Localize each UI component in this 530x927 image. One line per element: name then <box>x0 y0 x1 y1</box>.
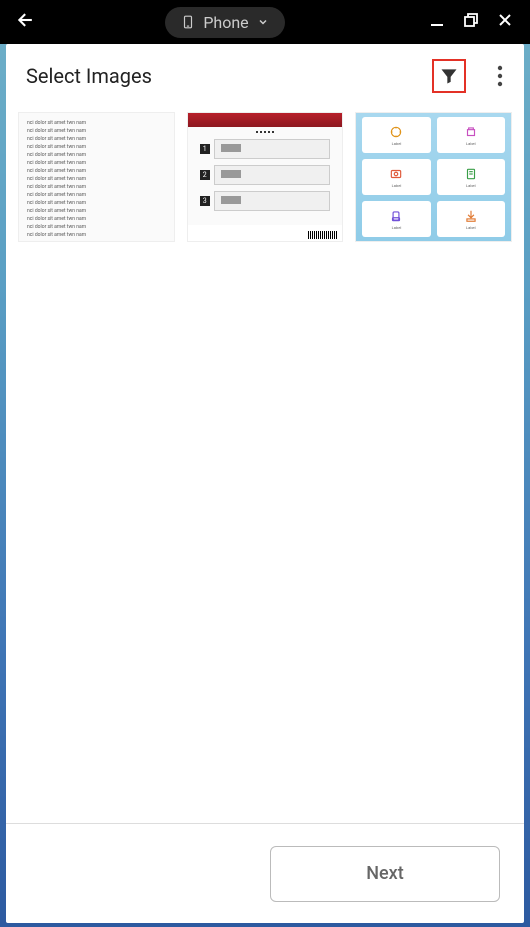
instruction-preview: 1 2 3 <box>188 113 343 241</box>
device-label: Phone <box>203 13 248 32</box>
document-preview: nci dolor sit amet twn nam nci dolor sit… <box>19 113 174 241</box>
app-window: Select Images nci dolor sit amet twn nam… <box>6 44 524 923</box>
chevron-down-icon <box>257 16 269 28</box>
filter-icon <box>439 66 459 86</box>
back-icon[interactable] <box>16 10 36 34</box>
device-select[interactable]: Phone <box>165 7 284 38</box>
appgrid-preview: Label Label Label Label Label Label <box>356 113 511 241</box>
close-icon[interactable] <box>498 13 512 31</box>
filter-button[interactable] <box>432 59 466 93</box>
app-header: Select Images <box>6 44 524 108</box>
phone-icon <box>181 13 195 31</box>
image-thumb-3[interactable]: Label Label Label Label Label Label <box>355 112 512 242</box>
image-thumb-2[interactable]: 1 2 3 <box>187 112 344 242</box>
more-button[interactable] <box>484 65 516 87</box>
window-titlebar: Phone <box>0 0 530 44</box>
image-grid: nci dolor sit amet twn nam nci dolor sit… <box>6 108 524 823</box>
image-thumb-1[interactable]: nci dolor sit amet twn nam nci dolor sit… <box>18 112 175 242</box>
more-vert-icon <box>497 65 503 87</box>
page-title: Select Images <box>26 64 432 88</box>
next-button-label: Next <box>366 863 403 884</box>
footer: Next <box>6 823 524 923</box>
restore-icon[interactable] <box>464 13 478 31</box>
minimize-icon[interactable] <box>430 13 444 31</box>
next-button[interactable]: Next <box>270 846 500 902</box>
